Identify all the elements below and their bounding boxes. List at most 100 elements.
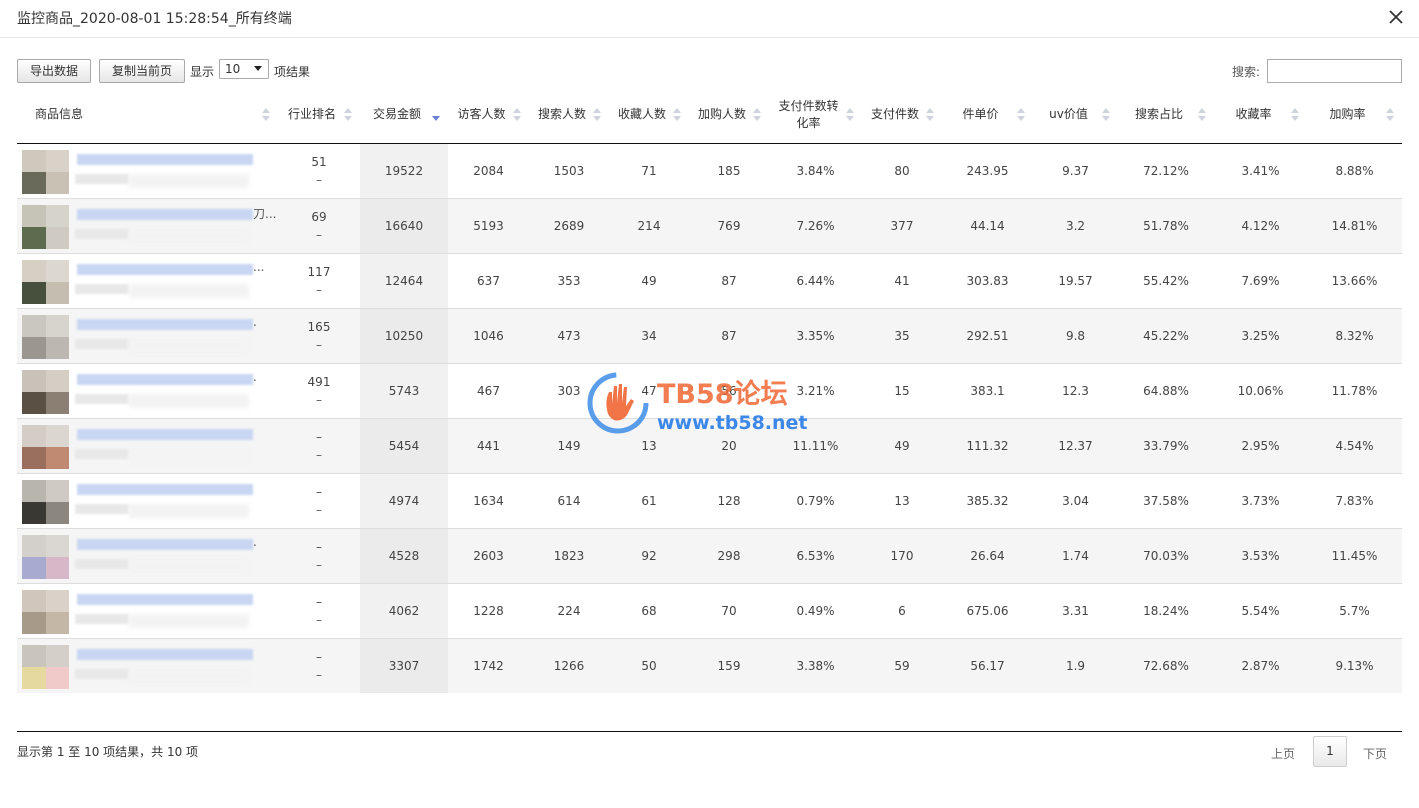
column-header[interactable]: 收藏人数 xyxy=(609,87,689,144)
table-row[interactable]: . – –4528 2603 1823 92 298 6.53% 170 26.64 1.74 70.… xyxy=(17,528,1402,584)
sort-icon xyxy=(1291,108,1299,122)
pay-qty-cell: 35 xyxy=(862,308,942,364)
carts-cell: 56 xyxy=(689,363,769,419)
table-header-row: 商品信息 行业排名 交易金额 访客人数 搜索人数 收藏人数 加购人数 支付件数转化率 支付件数 件… xyxy=(17,87,1402,144)
product-info-cell[interactable] xyxy=(17,143,278,199)
favorites-cell: 50 xyxy=(609,638,689,693)
product-meta-blurred xyxy=(129,668,249,683)
chevron-down-icon xyxy=(254,66,262,71)
product-thumbnail[interactable] xyxy=(22,424,69,469)
product-thumbnail[interactable] xyxy=(22,204,69,249)
product-thumbnail[interactable] xyxy=(22,259,69,304)
product-info-cell[interactable] xyxy=(17,418,278,474)
favorites-cell: 71 xyxy=(609,143,689,199)
column-header[interactable]: 搜索人数 xyxy=(529,87,609,144)
product-title-blurred[interactable] xyxy=(77,428,253,440)
rank-change: – xyxy=(316,172,322,187)
product-info-cell[interactable]: ... xyxy=(17,253,278,309)
product-title-blurred[interactable] xyxy=(77,318,253,330)
sort-icon xyxy=(593,108,601,122)
product-thumbnail[interactable] xyxy=(22,369,69,414)
column-header[interactable]: uv价值 xyxy=(1033,87,1118,144)
product-subtitle-blurred xyxy=(75,338,129,349)
product-info-cell[interactable]: 刀... xyxy=(17,198,278,254)
column-header[interactable]: 加购人数 xyxy=(689,87,769,144)
conversion-cell: 3.38% xyxy=(769,638,862,693)
column-header[interactable]: 访客人数 xyxy=(448,87,529,144)
table-row[interactable]: ... 117 – 12464 637 353 49 87 6.44% 41 303.83 19.57… xyxy=(17,253,1402,309)
product-thumbnail[interactable] xyxy=(22,644,69,689)
conversion-cell: 6.44% xyxy=(769,253,862,309)
product-title-blurred[interactable] xyxy=(77,373,253,385)
product-info-cell[interactable]: . xyxy=(17,308,278,364)
page-1-button[interactable]: 1 xyxy=(1313,736,1347,767)
product-info-cell[interactable] xyxy=(17,583,278,639)
product-thumbnail[interactable] xyxy=(22,149,69,194)
product-thumbnail[interactable] xyxy=(22,479,69,524)
column-header[interactable]: 收藏率 xyxy=(1214,87,1307,144)
close-icon[interactable] xyxy=(1385,6,1407,28)
table-row[interactable]: 刀... 69 – 16640 5193 2689 214 769 7.26% 377 44.14 3… xyxy=(17,198,1402,254)
product-thumbnail[interactable] xyxy=(22,314,69,359)
product-title-blurred[interactable] xyxy=(77,208,253,220)
rank-change: – xyxy=(316,337,322,352)
table-row[interactable]: – –3307 1742 1266 50 159 3.38% 59 56.17 1.9 72.68%… xyxy=(17,638,1402,693)
next-page-button[interactable]: 下页 xyxy=(1363,745,1387,762)
product-info-cell[interactable] xyxy=(17,638,278,693)
product-title-suffix: . xyxy=(253,314,257,329)
search-label: 搜索: xyxy=(1232,65,1261,79)
column-header[interactable]: 件单价 xyxy=(942,87,1033,144)
column-header-label: 支付件数 xyxy=(870,107,919,122)
table-row[interactable]: 51 – 19522 2084 1503 71 185 3.84% 80 243.95 9.37 72… xyxy=(17,143,1402,199)
table-row[interactable]: – –5454 441 149 13 20 11.11% 49 111.32 12.37 33.79… xyxy=(17,418,1402,474)
product-title-blurred[interactable] xyxy=(77,648,253,660)
amount-cell: 5743 xyxy=(360,363,448,419)
searchers-cell: 353 xyxy=(529,253,609,309)
table-row[interactable]: – –4974 1634 614 61 128 0.79% 13 385.32 3.04 37.58… xyxy=(17,473,1402,529)
column-header[interactable]: 交易金额 xyxy=(360,87,448,144)
product-title-blurred[interactable] xyxy=(77,153,253,165)
table-row[interactable]: . 165 – 10250 1046 473 34 87 3.35% 35 292.51 9.8 45.… xyxy=(17,308,1402,364)
product-subtitle-blurred xyxy=(75,173,129,184)
result-label: 项结果 xyxy=(274,65,311,79)
sort-icon xyxy=(673,108,681,122)
column-header[interactable]: 加购率 xyxy=(1307,87,1402,144)
product-thumbnail[interactable] xyxy=(22,534,69,579)
table-row[interactable]: – –4062 1228 224 68 70 0.49% 6 675.06 3.31 18.24% 5… xyxy=(17,583,1402,639)
amount-cell: 3307 xyxy=(360,638,448,693)
rank-value: – xyxy=(316,649,322,664)
column-header-label: 交易金额 xyxy=(372,107,421,122)
table-row[interactable]: . 491 – 5743 467 303 47 56 3.21% 15 383.1 12.3 64.88… xyxy=(17,363,1402,419)
column-header[interactable]: 支付件数转化率 xyxy=(769,87,862,144)
product-title-blurred[interactable] xyxy=(77,263,253,275)
column-header[interactable]: 商品信息 xyxy=(17,87,278,144)
cart-rate-cell: 4.54% xyxy=(1307,418,1402,474)
favorites-cell: 92 xyxy=(609,528,689,584)
product-info-cell[interactable]: . xyxy=(17,363,278,419)
industry-rank-cell: – – xyxy=(278,638,360,693)
product-title-blurred[interactable] xyxy=(77,593,253,605)
prev-page-button[interactable]: 上页 xyxy=(1271,745,1295,762)
pay-qty-cell: 13 xyxy=(862,473,942,529)
cart-rate-cell: 8.32% xyxy=(1307,308,1402,364)
product-info-cell[interactable]: . xyxy=(17,528,278,584)
product-title-blurred[interactable] xyxy=(77,538,253,550)
copy-page-button[interactable]: 复制当前页 xyxy=(99,59,185,83)
column-header[interactable]: 行业排名 xyxy=(278,87,360,144)
unit-price-cell: 44.14 xyxy=(942,198,1033,254)
product-thumbnail[interactable] xyxy=(22,589,69,634)
product-title-blurred[interactable] xyxy=(77,483,253,495)
unit-price-cell: 385.32 xyxy=(942,473,1033,529)
product-info-cell[interactable] xyxy=(17,473,278,529)
column-header[interactable]: 搜索占比 xyxy=(1118,87,1214,144)
export-data-button[interactable]: 导出数据 xyxy=(17,59,91,83)
column-header[interactable]: 支付件数 xyxy=(862,87,942,144)
search-input[interactable] xyxy=(1267,59,1402,83)
page-size-select[interactable]: 10 xyxy=(219,59,269,79)
industry-rank-cell: 491 – xyxy=(278,363,360,419)
rank-change: – xyxy=(316,227,322,242)
data-table-wrapper: 商品信息 行业排名 交易金额 访客人数 搜索人数 收藏人数 加购人数 支付件数转化率 支付件数 件… xyxy=(17,87,1402,693)
conversion-cell: 11.11% xyxy=(769,418,862,474)
uv-value-cell: 1.9 xyxy=(1033,638,1118,693)
uv-value-cell: 19.57 xyxy=(1033,253,1118,309)
